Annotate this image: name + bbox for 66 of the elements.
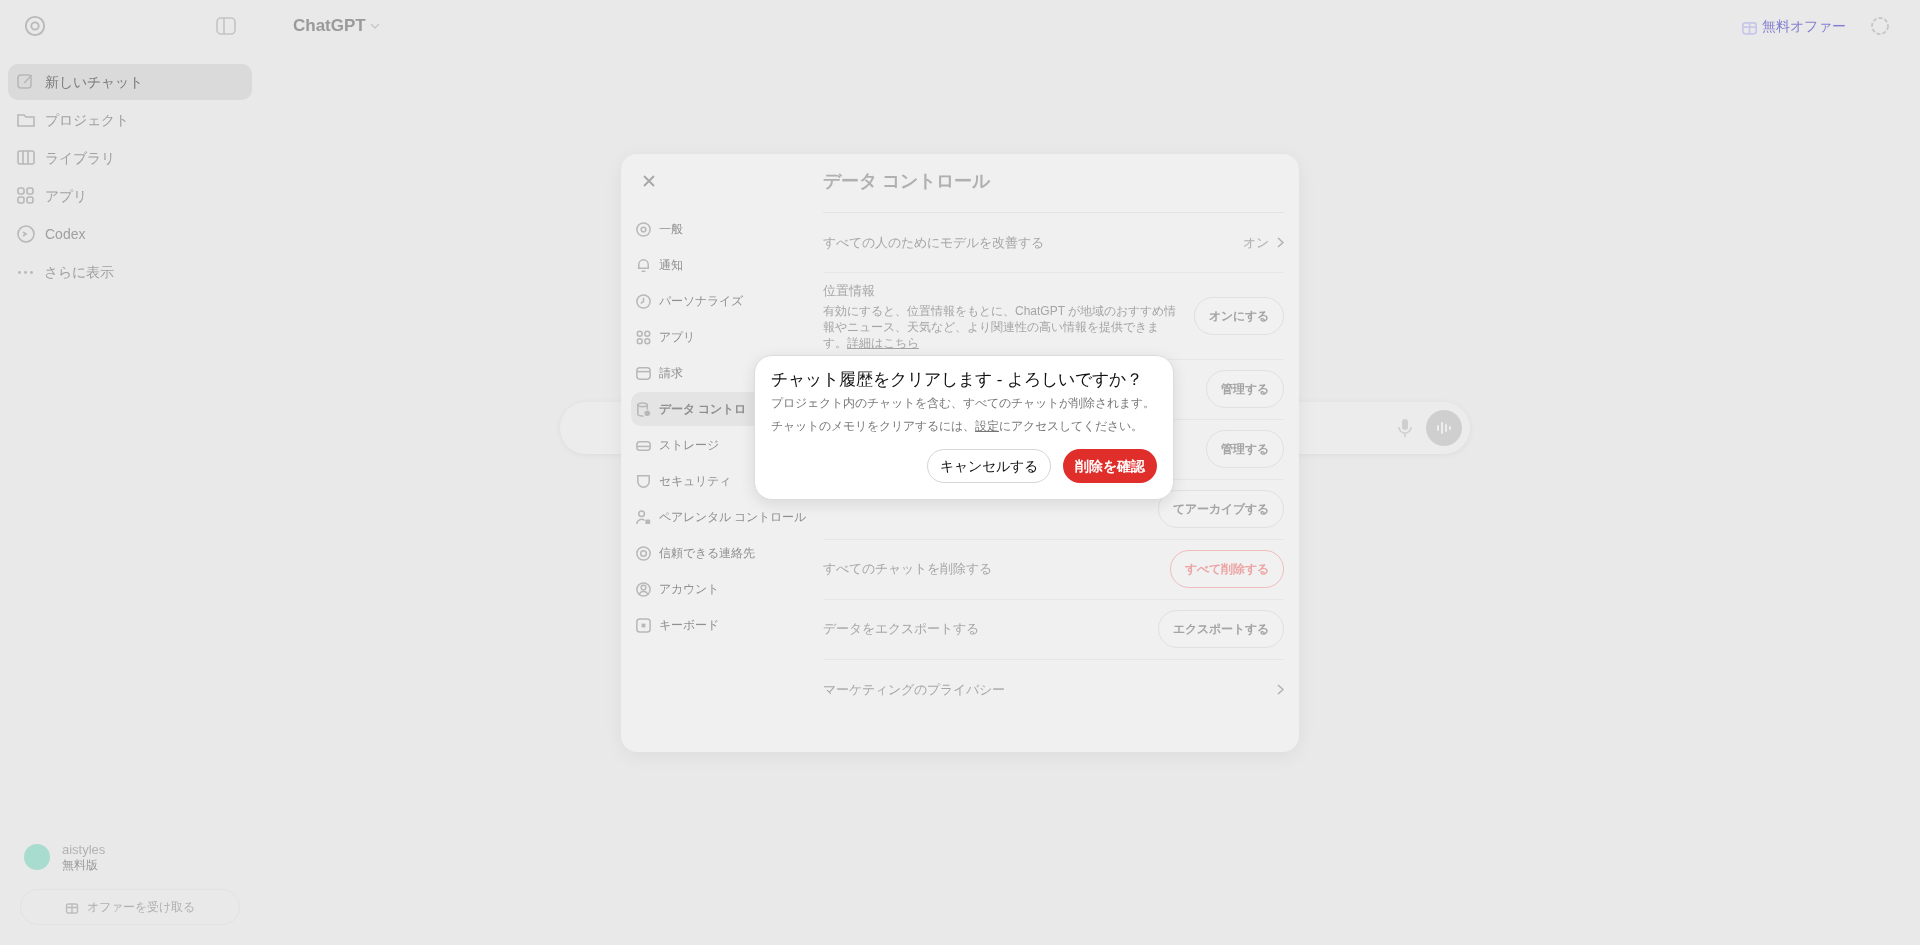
database-icon (635, 400, 652, 418)
shield-icon (635, 472, 652, 490)
bell-icon (635, 256, 652, 274)
grid-icon (16, 186, 36, 206)
setting-label: 位置情報 (823, 282, 876, 300)
person-lock-icon (635, 508, 652, 526)
setting-button[interactable]: エクスポートする (1158, 610, 1284, 648)
free-offer-link[interactable]: 無料オファー (1741, 15, 1846, 37)
sidebar-toggle-icon[interactable] (216, 17, 236, 35)
setting-label: すべてのチャットを削除する (823, 560, 993, 579)
setting-button[interactable]: 管理する (1206, 370, 1284, 408)
settings-nav-item[interactable]: 一般 (631, 212, 811, 246)
model-selector[interactable]: ChatGPT (293, 13, 380, 39)
credit-card-icon (635, 364, 652, 382)
microphone-icon[interactable] (1398, 418, 1412, 438)
gear-icon (635, 220, 652, 238)
avatar[interactable] (24, 844, 50, 871)
lifebuoy-icon (635, 544, 652, 562)
setting-link[interactable] (1277, 684, 1284, 695)
grid-icon (635, 328, 652, 346)
keyboard-icon (635, 616, 652, 634)
setting-button[interactable]: 管理する (1206, 430, 1284, 468)
sidebar-item[interactable]: 新しいチャット (8, 64, 252, 100)
settings-nav-item[interactable]: アカウント (631, 572, 811, 606)
setting-button[interactable]: てアーカイブする (1158, 490, 1284, 528)
setting-description: 有効にすると、位置情報をもとに、ChatGPT が地域のおすすめ情報やニュース、天気など、より関連性の高い情報を提供できます。詳細はこちら (823, 302, 1178, 351)
setting-label: データをエクスポートする (823, 620, 980, 639)
dashed-circle-icon[interactable] (1870, 16, 1890, 36)
confirm-delete-button[interactable]: 削除を確認 (1063, 449, 1157, 483)
sidebar-item[interactable]: プロジェクト (8, 102, 252, 138)
settings-nav-item[interactable]: セキュリティ (631, 464, 811, 498)
settings-nav-item[interactable]: 信頼できる連絡先 (631, 536, 811, 570)
setting-link[interactable]: オン (1243, 232, 1284, 253)
user-circle-icon (635, 580, 652, 598)
sidebar-item[interactable]: アプリ (8, 178, 252, 214)
gift-icon (65, 900, 79, 914)
waveform-icon (1436, 421, 1452, 435)
close-icon[interactable] (642, 174, 656, 188)
settings-nav-item[interactable]: アプリ (631, 320, 811, 354)
settings-nav-item[interactable]: パーソナライズ (631, 284, 811, 318)
settings-nav-item[interactable]: ペアレンタル コントロール (631, 500, 811, 534)
setting-label: マーケティングのプライバシー (823, 680, 1006, 699)
chevron-right-icon (1277, 684, 1284, 695)
terminal-circle-icon (16, 224, 36, 244)
books-icon (16, 148, 36, 168)
learn-more-link[interactable]: 詳細はこちら (847, 335, 919, 350)
user-plan: 無料版 (62, 858, 99, 873)
setting-button[interactable]: オンにする (1194, 296, 1284, 335)
settings-link[interactable]: 設定 (975, 419, 999, 433)
sidebar-item[interactable]: ライブラリ (8, 140, 252, 176)
sidebar-item[interactable]: さらに表示 (8, 254, 252, 290)
logo-icon[interactable] (24, 15, 46, 37)
delete-all-button[interactable]: すべて削除する (1170, 550, 1284, 588)
settings-nav-item[interactable]: キーボード (631, 608, 811, 642)
setting-label: すべての人のためにモデルを改善する (823, 233, 1045, 252)
settings-nav-item[interactable]: 通知 (631, 248, 811, 282)
voice-button[interactable] (1426, 410, 1462, 446)
sidebar-item[interactable]: Codex (8, 216, 252, 252)
clock-circle-icon (635, 292, 652, 310)
pencil-square-icon (16, 72, 36, 92)
dots-icon (18, 270, 33, 274)
chevron-down-icon (369, 23, 380, 29)
dialog-title: チャット履歴をクリアします - よろしいですか？ (771, 369, 1145, 391)
chevron-right-icon (1277, 237, 1284, 248)
settings-title: データ コントロール (823, 168, 1284, 213)
cancel-button[interactable]: キャンセルする (927, 449, 1051, 483)
